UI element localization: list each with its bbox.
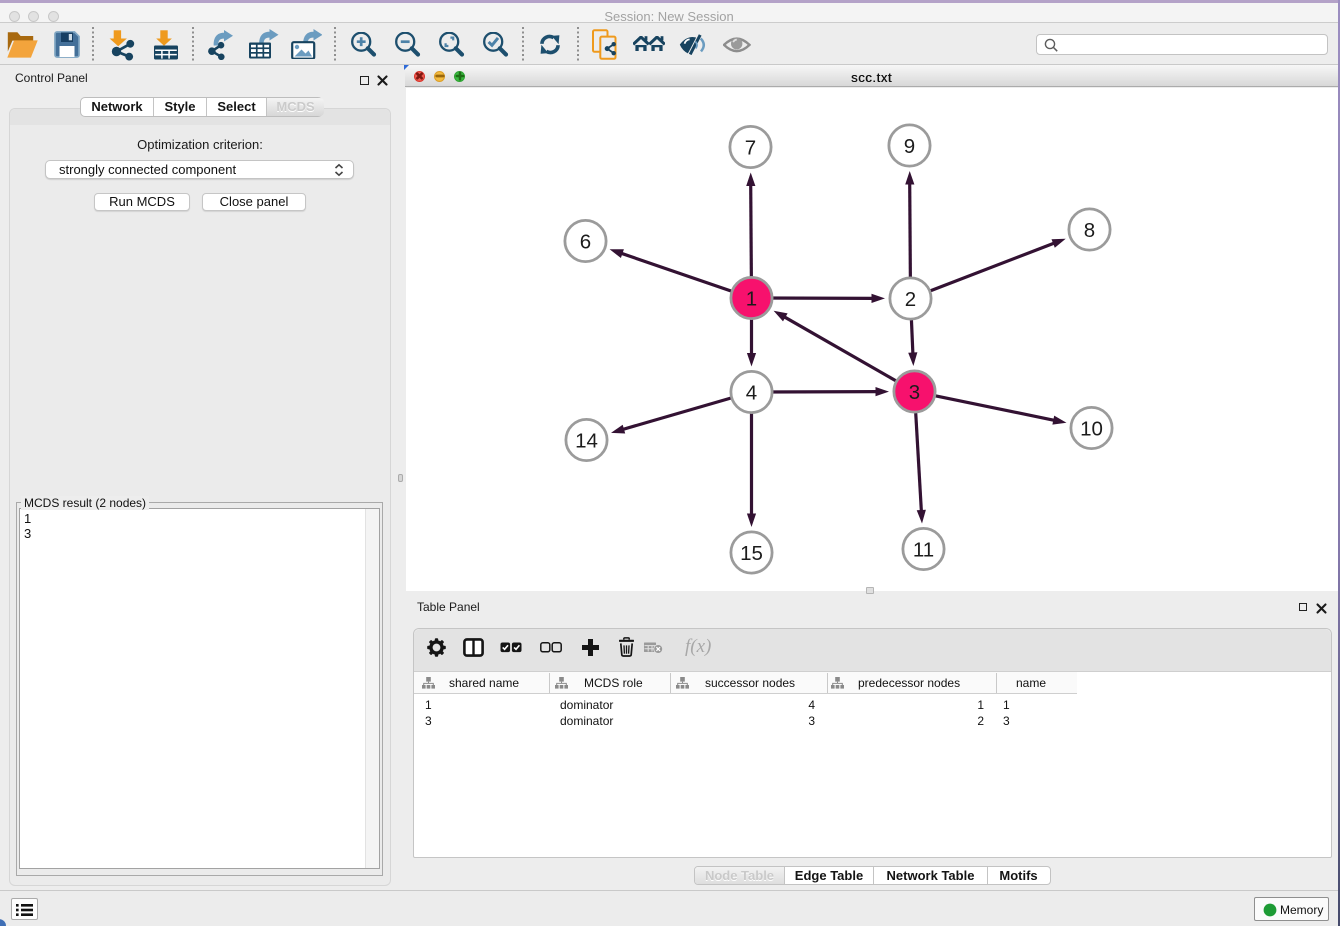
svg-text:1: 1	[746, 287, 757, 310]
svg-text:8: 8	[1084, 219, 1095, 242]
svg-text:3: 3	[909, 381, 920, 404]
svg-text:11: 11	[913, 538, 934, 561]
svg-text:4: 4	[746, 381, 757, 404]
svg-text:10: 10	[1080, 417, 1103, 440]
svg-text:15: 15	[740, 542, 763, 565]
svg-text:6: 6	[580, 230, 591, 253]
svg-text:9: 9	[904, 135, 915, 158]
svg-text:14: 14	[575, 429, 598, 452]
svg-text:7: 7	[745, 136, 756, 159]
svg-text:2: 2	[905, 288, 916, 311]
